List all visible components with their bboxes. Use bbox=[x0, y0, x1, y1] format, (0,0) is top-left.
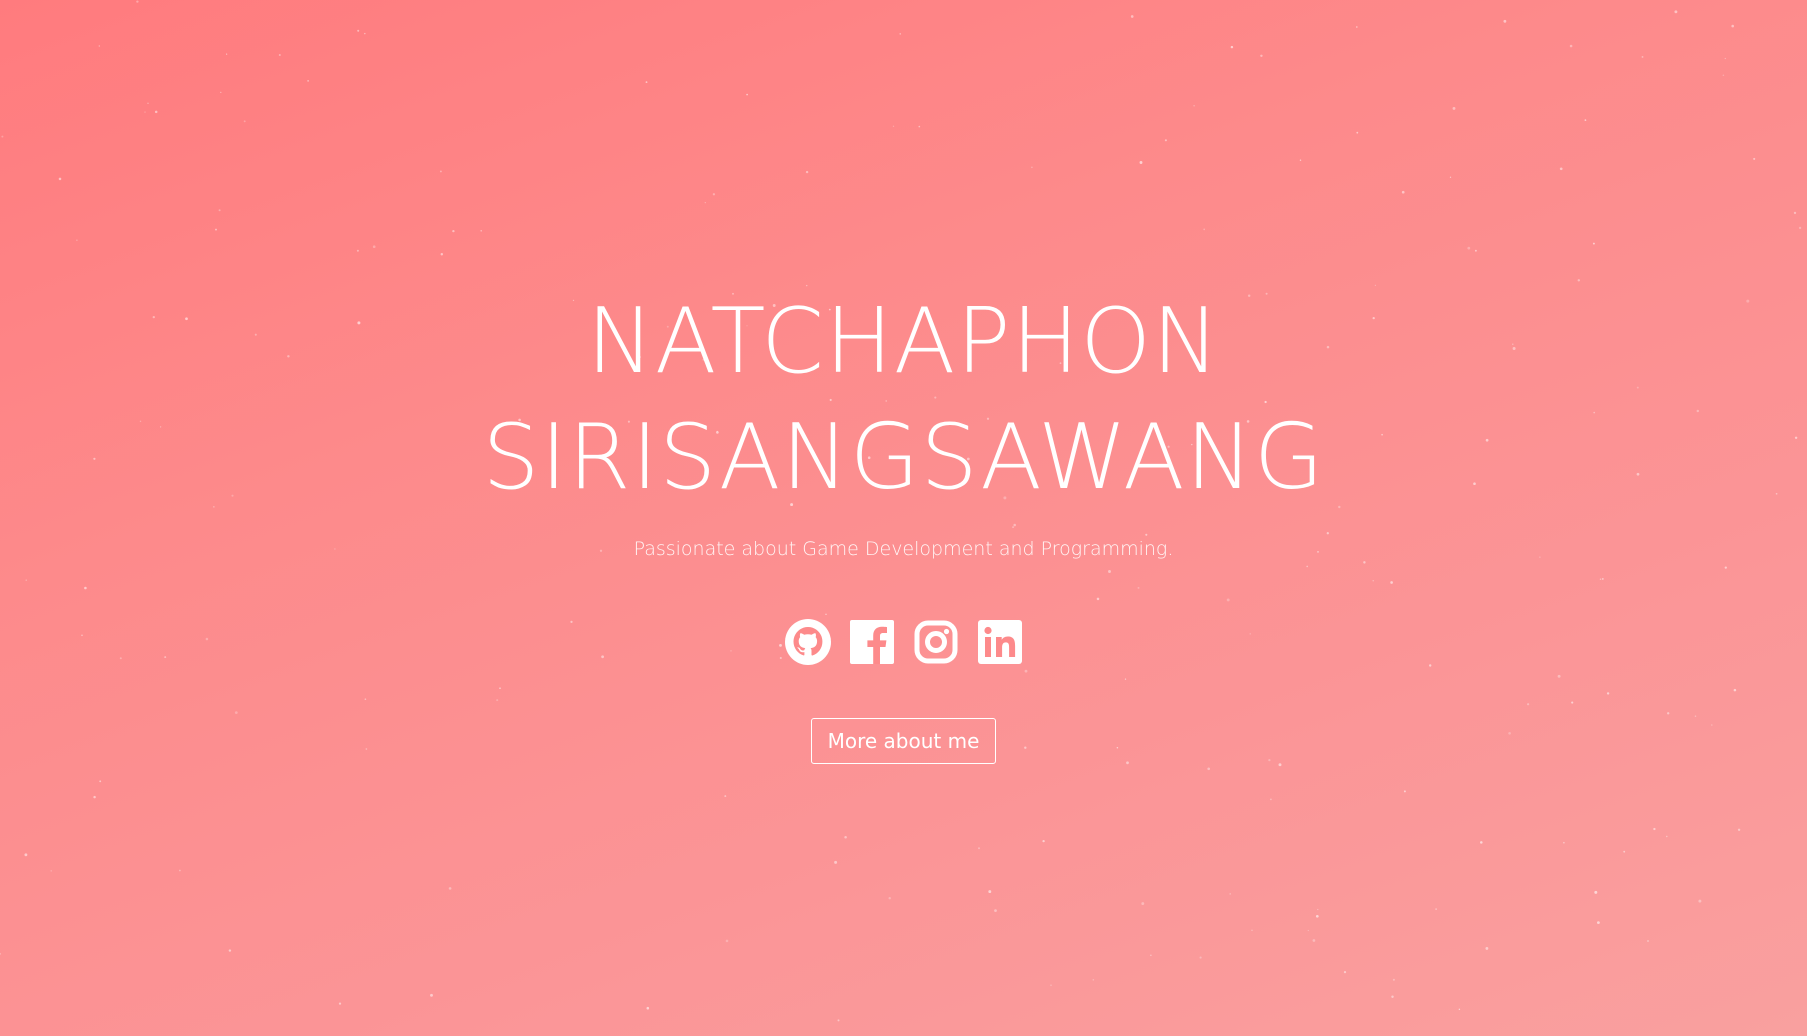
name-first: NATCHAPHON bbox=[586, 289, 1221, 394]
github-icon bbox=[784, 619, 831, 665]
linkedin-link[interactable] bbox=[976, 618, 1024, 666]
hero-section: NATCHAPHON SIRISANGSAWANG Passionate abo… bbox=[0, 0, 1807, 1036]
linkedin-icon bbox=[977, 620, 1022, 664]
instagram-icon bbox=[914, 620, 957, 664]
page-title: NATCHAPHON SIRISANGSAWANG bbox=[482, 284, 1324, 516]
more-about-me-button[interactable]: More about me bbox=[810, 718, 997, 764]
github-link[interactable] bbox=[784, 618, 832, 666]
tagline: Passionate about Game Development and Pr… bbox=[633, 538, 1174, 560]
facebook-link[interactable] bbox=[848, 618, 896, 666]
facebook-icon bbox=[849, 620, 894, 664]
name-last: SIRISANGSAWANG bbox=[482, 405, 1325, 510]
social-links bbox=[784, 618, 1024, 666]
instagram-link[interactable] bbox=[912, 618, 960, 666]
